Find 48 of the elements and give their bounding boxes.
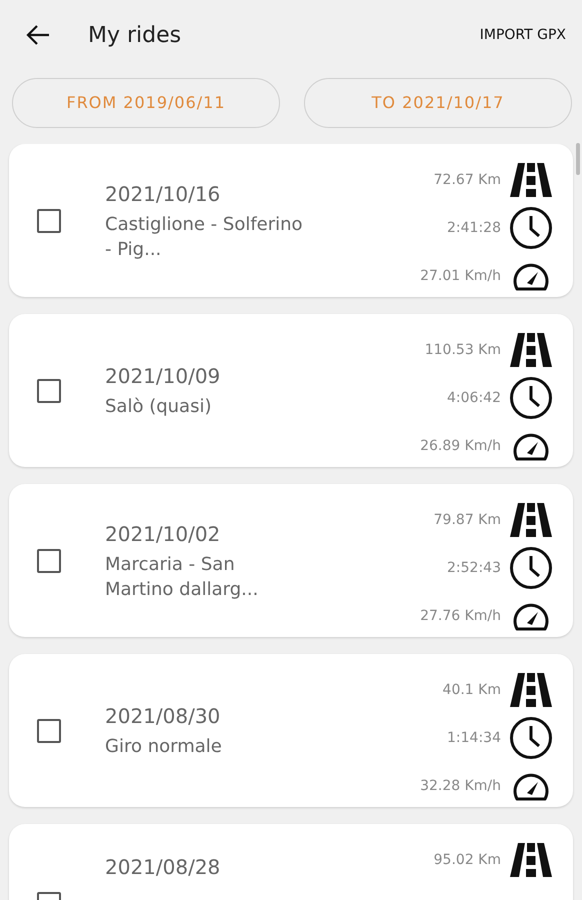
speedometer-icon: [512, 771, 550, 801]
ride-card[interactable]: 2021/08/28 95.02 Km: [9, 824, 573, 900]
ride-date: 2021/10/16: [105, 181, 222, 208]
clock-icon: [509, 716, 553, 760]
ride-name: Salò (quasi): [105, 395, 212, 420]
back-icon[interactable]: [26, 25, 50, 45]
ride-date: 2021/08/30: [105, 703, 222, 730]
speedometer-icon: [512, 431, 550, 461]
ride-distance: 72.67 Km: [434, 170, 501, 190]
checkbox[interactable]: [37, 208, 61, 232]
ride-distance: 40.1 Km: [442, 680, 501, 700]
import-gpx-button[interactable]: IMPORT GPX: [480, 24, 566, 46]
ride-card[interactable]: 2021/08/30 Giro normale 40.1 Km 1:14:34 32.28 Km/h: [9, 654, 573, 807]
scrollbar[interactable]: [576, 143, 580, 175]
average-speed: 27.01 Km/h: [420, 266, 501, 286]
ride-distance: 110.53 Km: [424, 340, 501, 360]
ride-date: 2021/08/28: [105, 854, 220, 881]
ride-duration: 2:52:43: [447, 558, 501, 578]
road-icon: [509, 843, 553, 877]
ride-card[interactable]: 2021/10/16 Castiglione - Solferino - Pig... 72.67 Km 2:41:28 27.01 Km/h: [9, 144, 573, 297]
average-speed: 26.89 Km/h: [420, 436, 501, 456]
ride-duration: 1:14:34: [447, 728, 501, 748]
ride-card[interactable]: 2021/10/09 Salò (quasi) 110.53 Km 4:06:42 26.89 Km/h: [9, 314, 573, 467]
checkbox[interactable]: [37, 718, 61, 742]
checkbox[interactable]: [37, 548, 61, 572]
road-icon: [509, 503, 553, 537]
clock-icon: [509, 546, 553, 590]
speedometer-icon: [512, 261, 550, 291]
ride-date: 2021/10/09: [105, 363, 222, 390]
ride-distance: 79.87 Km: [434, 510, 501, 530]
ride-name: Marcaria - San Martino dallarg...: [105, 553, 260, 602]
average-speed: 27.76 Km/h: [420, 606, 501, 626]
ride-card[interactable]: 2021/10/02 Marcaria - San Martino dallarg... 79.87 Km 2:52:43 27.76 Km/h: [9, 484, 573, 637]
ride-duration: 2:41:28: [447, 218, 501, 238]
clock-icon: [509, 376, 553, 420]
speedometer-icon: [512, 601, 550, 631]
road-icon: [509, 333, 553, 367]
average-speed: 32.28 Km/h: [420, 776, 501, 796]
road-icon: [509, 673, 553, 707]
ride-name: Castiglione - Solferino - Pig...: [105, 213, 304, 262]
ride-duration: 4:06:42: [447, 388, 501, 408]
ride-name: Giro normale: [105, 735, 223, 760]
clock-icon: [509, 206, 553, 250]
checkbox[interactable]: [37, 378, 61, 402]
road-icon: [509, 163, 553, 197]
screen-title: My rides: [88, 22, 182, 50]
ride-date: 2021/10/02: [105, 521, 222, 548]
ride-distance: 95.02 Km: [434, 850, 501, 870]
